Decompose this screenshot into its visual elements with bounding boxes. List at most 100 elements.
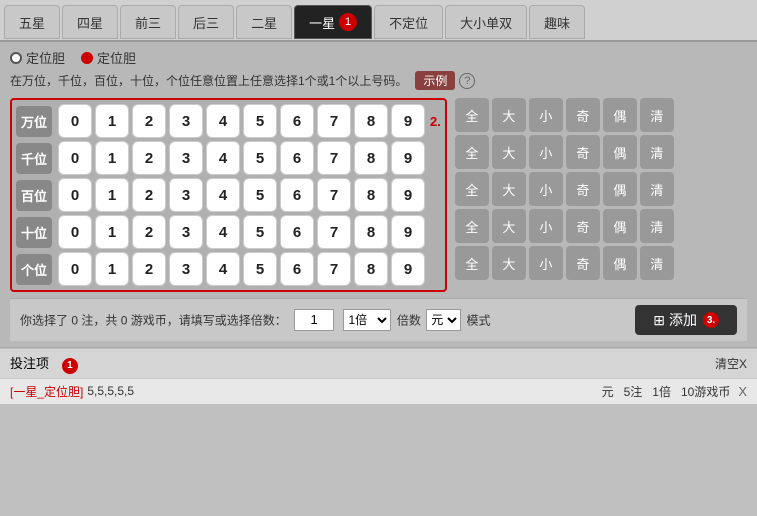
quick-baiwei-odd[interactable]: 奇 [566, 172, 600, 206]
bet-multiplier-input[interactable] [294, 309, 334, 331]
num-baiwei-1[interactable]: 1 [95, 178, 129, 212]
add-button[interactable]: ⊞ 添加 3. [635, 305, 737, 335]
tab-wuxing[interactable]: 五星 [4, 5, 60, 39]
num-gewei-2[interactable]: 2 [132, 252, 166, 286]
num-baiwei-2[interactable]: 2 [132, 178, 166, 212]
num-qianwei-4[interactable]: 4 [206, 141, 240, 175]
num-qianwei-0[interactable]: 0 [58, 141, 92, 175]
quick-shiwei-all[interactable]: 全 [455, 209, 489, 243]
num-shiwei-9[interactable]: 9 [391, 215, 425, 249]
tab-qiansan[interactable]: 前三 [120, 5, 176, 39]
tab-quwei[interactable]: 趣味 [529, 5, 585, 39]
num-shiwei-4[interactable]: 4 [206, 215, 240, 249]
num-shiwei-7[interactable]: 7 [317, 215, 351, 249]
num-shiwei-8[interactable]: 8 [354, 215, 388, 249]
num-qianwei-3[interactable]: 3 [169, 141, 203, 175]
bet-multiple-select[interactable]: 1倍 2倍 5倍 10倍 [343, 309, 391, 331]
num-qianwei-9[interactable]: 9 [391, 141, 425, 175]
quick-qianwei-clear[interactable]: 清 [640, 135, 674, 169]
bet-remove-button[interactable]: X [738, 384, 747, 399]
quick-gewei-small[interactable]: 小 [529, 246, 563, 280]
num-baiwei-0[interactable]: 0 [58, 178, 92, 212]
num-wanwei-9[interactable]: 9 [391, 104, 425, 138]
quick-gewei-all[interactable]: 全 [455, 246, 489, 280]
quick-wanwei-small[interactable]: 小 [529, 98, 563, 132]
quick-baiwei-clear[interactable]: 清 [640, 172, 674, 206]
num-baiwei-4[interactable]: 4 [206, 178, 240, 212]
num-baiwei-3[interactable]: 3 [169, 178, 203, 212]
num-baiwei-5[interactable]: 5 [243, 178, 277, 212]
num-baiwei-9[interactable]: 9 [391, 178, 425, 212]
num-wanwei-1[interactable]: 1 [95, 104, 129, 138]
quick-shiwei-even[interactable]: 偶 [603, 209, 637, 243]
num-wanwei-2[interactable]: 2 [132, 104, 166, 138]
row-badge-wanwei: 2. [430, 114, 441, 129]
num-qianwei-1[interactable]: 1 [95, 141, 129, 175]
tab-daxiaodanshuang[interactable]: 大小单双 [445, 5, 527, 39]
quick-wanwei-even[interactable]: 偶 [603, 98, 637, 132]
num-baiwei-6[interactable]: 6 [280, 178, 314, 212]
num-wanwei-0[interactable]: 0 [58, 104, 92, 138]
clear-button[interactable]: 清空X [715, 355, 747, 372]
num-shiwei-6[interactable]: 6 [280, 215, 314, 249]
num-qianwei-8[interactable]: 8 [354, 141, 388, 175]
tab-sixing[interactable]: 四星 [62, 5, 118, 39]
num-wanwei-3[interactable]: 3 [169, 104, 203, 138]
quick-shiwei-big[interactable]: 大 [492, 209, 526, 243]
num-gewei-1[interactable]: 1 [95, 252, 129, 286]
num-shiwei-0[interactable]: 0 [58, 215, 92, 249]
num-gewei-6[interactable]: 6 [280, 252, 314, 286]
quick-wanwei-all[interactable]: 全 [455, 98, 489, 132]
radio-dingweishan-2[interactable]: 定位胆 [81, 48, 136, 67]
quick-gewei-odd[interactable]: 奇 [566, 246, 600, 280]
quick-shiwei-small[interactable]: 小 [529, 209, 563, 243]
quick-shiwei-clear[interactable]: 清 [640, 209, 674, 243]
quick-baiwei-all[interactable]: 全 [455, 172, 489, 206]
quick-gewei-clear[interactable]: 清 [640, 246, 674, 280]
num-qianwei-5[interactable]: 5 [243, 141, 277, 175]
num-wanwei-4[interactable]: 4 [206, 104, 240, 138]
quick-shiwei-odd[interactable]: 奇 [566, 209, 600, 243]
bet-currency-select[interactable]: 元 角 [426, 309, 461, 331]
quick-qianwei-big[interactable]: 大 [492, 135, 526, 169]
help-icon[interactable]: ? [459, 73, 475, 89]
num-baiwei-8[interactable]: 8 [354, 178, 388, 212]
num-qianwei-6[interactable]: 6 [280, 141, 314, 175]
num-qianwei-7[interactable]: 7 [317, 141, 351, 175]
num-qianwei-2[interactable]: 2 [132, 141, 166, 175]
num-gewei-3[interactable]: 3 [169, 252, 203, 286]
num-shiwei-5[interactable]: 5 [243, 215, 277, 249]
tab-yixing[interactable]: 一星 1 [294, 5, 372, 39]
quick-gewei-even[interactable]: 偶 [603, 246, 637, 280]
num-shiwei-3[interactable]: 3 [169, 215, 203, 249]
num-wanwei-6[interactable]: 6 [280, 104, 314, 138]
quick-qianwei-even[interactable]: 偶 [603, 135, 637, 169]
num-wanwei-7[interactable]: 7 [317, 104, 351, 138]
quick-gewei-big[interactable]: 大 [492, 246, 526, 280]
quick-wanwei-clear[interactable]: 清 [640, 98, 674, 132]
num-wanwei-8[interactable]: 8 [354, 104, 388, 138]
num-shiwei-2[interactable]: 2 [132, 215, 166, 249]
example-button[interactable]: 示例 [415, 71, 455, 90]
quick-baiwei-even[interactable]: 偶 [603, 172, 637, 206]
num-gewei-8[interactable]: 8 [354, 252, 388, 286]
num-gewei-4[interactable]: 4 [206, 252, 240, 286]
num-wanwei-5[interactable]: 5 [243, 104, 277, 138]
quick-qianwei-small[interactable]: 小 [529, 135, 563, 169]
quick-wanwei-odd[interactable]: 奇 [566, 98, 600, 132]
num-gewei-9[interactable]: 9 [391, 252, 425, 286]
num-gewei-0[interactable]: 0 [58, 252, 92, 286]
num-gewei-7[interactable]: 7 [317, 252, 351, 286]
tab-housan[interactable]: 后三 [178, 5, 234, 39]
quick-baiwei-small[interactable]: 小 [529, 172, 563, 206]
quick-qianwei-odd[interactable]: 奇 [566, 135, 600, 169]
tab-budingwei[interactable]: 不定位 [374, 5, 443, 39]
quick-qianwei-all[interactable]: 全 [455, 135, 489, 169]
radio-dingweishan-1[interactable]: 定位胆 [10, 48, 65, 67]
num-gewei-5[interactable]: 5 [243, 252, 277, 286]
num-baiwei-7[interactable]: 7 [317, 178, 351, 212]
tab-erxing[interactable]: 二星 [236, 5, 292, 39]
num-shiwei-1[interactable]: 1 [95, 215, 129, 249]
quick-baiwei-big[interactable]: 大 [492, 172, 526, 206]
quick-wanwei-big[interactable]: 大 [492, 98, 526, 132]
